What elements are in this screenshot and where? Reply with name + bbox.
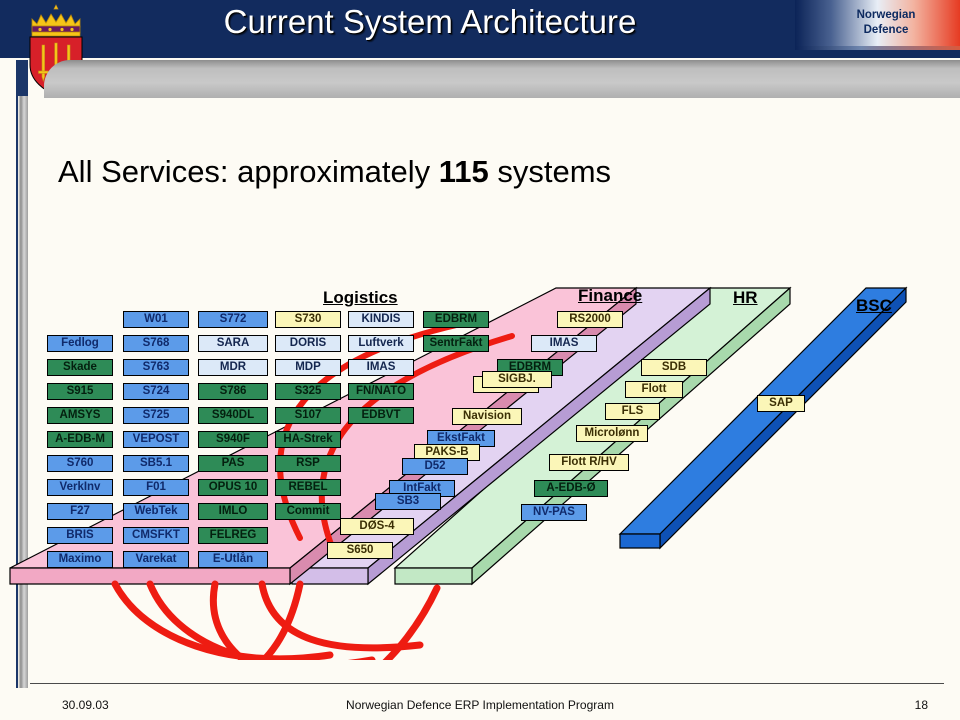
- slide-heading-count: 115: [438, 154, 489, 189]
- system-box[interactable]: RSP: [275, 455, 341, 472]
- system-box[interactable]: F27: [47, 503, 113, 520]
- system-box[interactable]: MDR: [198, 359, 268, 376]
- slide-heading-suffix: systems: [488, 154, 612, 189]
- system-box[interactable]: REBEL: [275, 479, 341, 496]
- system-box[interactable]: SB5.1: [123, 455, 189, 472]
- page-title: Current System Architecture: [223, 3, 637, 40]
- system-box[interactable]: S325: [275, 383, 341, 400]
- system-box[interactable]: A-EDB-M: [47, 431, 113, 448]
- system-box[interactable]: S940DL: [198, 407, 268, 424]
- system-box[interactable]: SentrFakt: [423, 335, 489, 352]
- system-box[interactable]: W01: [123, 311, 189, 328]
- system-box[interactable]: S915: [47, 383, 113, 400]
- architecture-diagram: Logistics Finance HR BSC W01 S772 S730 KIND…: [0, 240, 960, 660]
- system-box[interactable]: PAS: [198, 455, 268, 472]
- system-box[interactable]: SB3: [375, 493, 441, 510]
- footer-center-text: Norwegian Defence ERP Implementation Pro…: [346, 698, 614, 712]
- slab-title-finance: Finance: [578, 286, 643, 305]
- system-box[interactable]: A-EDB-Ø: [534, 480, 608, 497]
- system-box[interactable]: FELREG: [198, 527, 268, 544]
- footer-page-number: 18: [914, 698, 928, 712]
- system-box[interactable]: EDBRM: [423, 311, 489, 328]
- slide-heading-prefix: All Services: approximately: [58, 154, 439, 189]
- system-box[interactable]: S772: [198, 311, 268, 328]
- system-box[interactable]: VerkInv: [47, 479, 113, 496]
- system-box[interactable]: SARA: [198, 335, 268, 352]
- system-box[interactable]: S763: [123, 359, 189, 376]
- system-box[interactable]: S730: [275, 311, 341, 328]
- system-box[interactable]: EDBVT: [348, 407, 414, 424]
- system-box[interactable]: S760: [47, 455, 113, 472]
- system-box[interactable]: WebTek: [123, 503, 189, 520]
- left-rail-cap: [16, 60, 28, 98]
- system-box[interactable]: IMLO: [198, 503, 268, 520]
- connector-curves-front: [111, 580, 441, 660]
- system-box[interactable]: S725: [123, 407, 189, 424]
- diagram-slabs: [9, 286, 908, 660]
- system-box[interactable]: BRIS: [47, 527, 113, 544]
- system-box[interactable]: SAP: [757, 395, 805, 412]
- system-box[interactable]: MDP: [275, 359, 341, 376]
- app-header: Current System Architecture Norwegian De…: [0, 0, 960, 58]
- system-box[interactable]: IMAS: [531, 335, 597, 352]
- system-box[interactable]: S107: [275, 407, 341, 424]
- system-box[interactable]: DØS-4: [340, 518, 414, 535]
- system-box[interactable]: FLS: [605, 403, 660, 420]
- system-box[interactable]: S768: [123, 335, 189, 352]
- system-box[interactable]: VEPOST: [123, 431, 189, 448]
- system-box[interactable]: HA-Strek: [275, 431, 341, 448]
- system-box[interactable]: Maximo: [47, 551, 113, 568]
- system-box[interactable]: SIGBJ.: [482, 371, 552, 388]
- slab-title-logistics: Logistics: [323, 288, 398, 307]
- system-box[interactable]: Microlønn: [576, 425, 648, 442]
- system-box[interactable]: S724: [123, 383, 189, 400]
- system-box[interactable]: DORIS: [275, 335, 341, 352]
- header-accent-panel: [44, 60, 960, 98]
- brand-band-underline: [795, 46, 960, 50]
- system-box[interactable]: Flott: [625, 381, 683, 398]
- system-box[interactable]: E-Utlån: [198, 551, 268, 568]
- system-box[interactable]: S786: [198, 383, 268, 400]
- system-box[interactable]: KINDIS: [348, 311, 414, 328]
- system-box[interactable]: Flott R/HV: [549, 454, 629, 471]
- system-box[interactable]: S940F: [198, 431, 268, 448]
- system-box[interactable]: SDB: [641, 359, 707, 376]
- system-box[interactable]: Varekat: [123, 551, 189, 568]
- system-box[interactable]: Luftverk: [348, 335, 414, 352]
- system-box[interactable]: D52: [402, 458, 468, 475]
- system-box[interactable]: Skade: [47, 359, 113, 376]
- system-box[interactable]: Commit: [275, 503, 341, 520]
- footer-divider: [30, 683, 944, 684]
- system-box[interactable]: Navision: [452, 408, 522, 425]
- system-box[interactable]: NV-PAS: [521, 504, 587, 521]
- slide-heading: All Services: approximately 115 systems: [58, 154, 611, 190]
- system-box[interactable]: Fedlog: [47, 335, 113, 352]
- brand-label-line2: Defence: [863, 24, 909, 36]
- system-box[interactable]: S650: [327, 542, 393, 559]
- system-box[interactable]: RS2000: [557, 311, 623, 328]
- brand-label: Norwegian Defence: [826, 8, 946, 38]
- system-box[interactable]: FN/NATO: [348, 383, 414, 400]
- system-box[interactable]: F01: [123, 479, 189, 496]
- system-box[interactable]: IMAS: [348, 359, 414, 376]
- brand-label-line1: Norwegian: [856, 9, 916, 21]
- system-box[interactable]: AMSYS: [47, 407, 113, 424]
- slab-title-hr: HR: [733, 288, 758, 307]
- system-box[interactable]: OPUS 10: [198, 479, 268, 496]
- slab-title-bsc: BSC: [856, 296, 892, 315]
- system-box[interactable]: CMSFKT: [123, 527, 189, 544]
